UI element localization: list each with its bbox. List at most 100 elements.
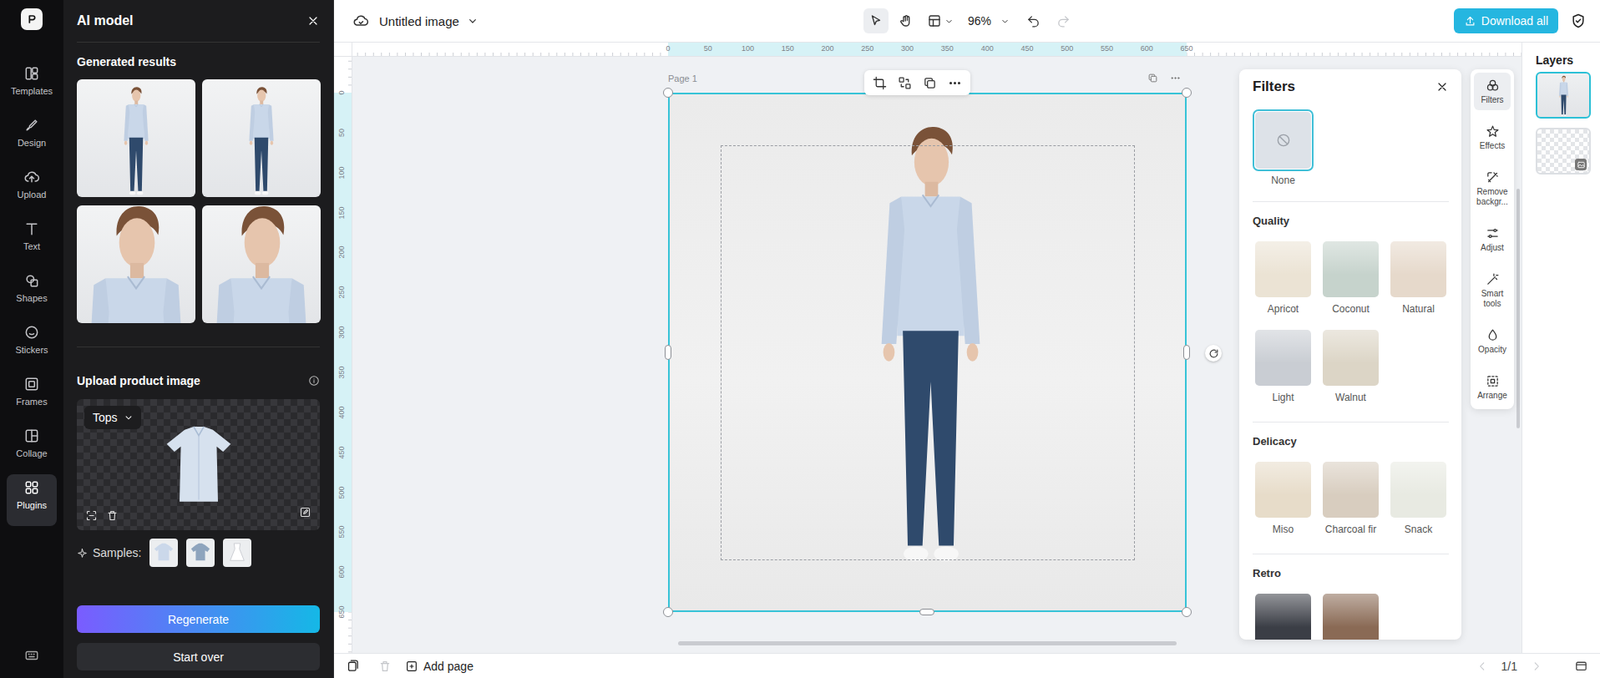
filter-item[interactable]: Apricot	[1252, 238, 1314, 315]
samples-label: Samples:	[92, 546, 142, 560]
edit-button[interactable]	[298, 506, 312, 522]
chevron-down-icon[interactable]	[465, 14, 480, 28]
rail-item[interactable]: Upload	[6, 163, 57, 216]
workspace[interactable]: Page 1FiltersNoneQualityApricotCoconutNa…	[352, 56, 1522, 654]
shield-icon[interactable]	[1569, 12, 1587, 30]
result-thumb[interactable]	[76, 205, 196, 324]
filter-item[interactable]: Charcoal fir	[1320, 459, 1382, 536]
upload-box[interactable]: Tops	[76, 399, 320, 531]
section-divider	[1252, 553, 1449, 555]
filter-item[interactable]: Miso	[1252, 459, 1314, 536]
add-page-button[interactable]: Add page	[405, 659, 474, 674]
filter-item[interactable]: Snack	[1387, 459, 1449, 536]
rotate-button[interactable]	[1205, 344, 1222, 362]
filter-item[interactable]: Coconut	[1320, 238, 1382, 315]
close-icon[interactable]	[306, 14, 320, 28]
resize-handle[interactable]	[919, 608, 935, 616]
keyboard-button[interactable]	[24, 648, 40, 667]
rail-item[interactable]: Templates	[6, 60, 57, 112]
layer-thumb[interactable]	[1535, 71, 1591, 119]
zoom-dropdown[interactable]: 96%	[962, 8, 1016, 34]
filter-item[interactable]	[1320, 591, 1382, 640]
filter-swatch	[1255, 111, 1312, 169]
start-over-button[interactable]: Start over	[76, 643, 320, 671]
filter-item[interactable]	[1252, 591, 1314, 640]
ruler-tick: 0	[665, 44, 670, 53]
layer-thumb[interactable]	[1535, 127, 1591, 175]
duplicate-icon[interactable]	[922, 75, 937, 91]
next-icon[interactable]	[1530, 660, 1543, 673]
shapes-icon	[23, 272, 41, 289]
rail-item[interactable]: Collage	[6, 422, 57, 475]
regenerate-button[interactable]: Regenerate	[76, 605, 320, 633]
ruler-tick: 100	[337, 166, 346, 179]
scan-icon[interactable]	[85, 509, 98, 522]
rail-item[interactable]: Shapes	[6, 267, 57, 319]
filter-label: None	[1270, 174, 1296, 187]
filter-item[interactable]: Walnut	[1320, 327, 1382, 404]
layout-button[interactable]	[923, 8, 958, 34]
hand-tool[interactable]	[893, 8, 919, 34]
sliders-icon	[1485, 226, 1500, 241]
ruler-tick: 0	[337, 90, 346, 95]
result-thumb[interactable]	[202, 205, 321, 324]
filter-item[interactable]: Natural	[1387, 238, 1449, 315]
ruler-tick: 450	[337, 445, 346, 459]
filter-item[interactable]: Light	[1252, 327, 1314, 404]
horizontal-scrollbar[interactable]	[678, 641, 1177, 646]
rail-item[interactable]: Stickers	[6, 318, 57, 371]
result-thumb[interactable]	[202, 79, 321, 198]
canvas-tools: 96%	[863, 8, 1076, 34]
vertical-scrollbar[interactable]	[1516, 188, 1520, 429]
resize-handle[interactable]	[1181, 87, 1192, 98]
resize-handle[interactable]	[1181, 607, 1192, 618]
select-tool[interactable]	[863, 8, 889, 34]
rail-item[interactable]: Plugins	[6, 474, 57, 527]
resize-handle[interactable]	[664, 344, 672, 360]
trash-icon[interactable]	[106, 509, 119, 522]
tool-item[interactable]: Arrange	[1473, 368, 1511, 406]
pages-icon[interactable]	[345, 658, 360, 674]
filter-item[interactable]: None	[1252, 109, 1314, 187]
previous-icon[interactable]	[1476, 660, 1489, 673]
tool-item[interactable]: Remove backgr...	[1473, 164, 1511, 213]
replace-icon[interactable]	[897, 75, 912, 91]
more-icon[interactable]	[1169, 72, 1181, 84]
app-logo[interactable]	[20, 8, 43, 31]
download-button[interactable]: Download all	[1453, 8, 1559, 34]
cloud-saved-icon[interactable]	[352, 12, 370, 30]
sample-thumb[interactable]	[222, 538, 252, 568]
result-thumb[interactable]	[76, 79, 196, 198]
document-title[interactable]: Untitled image	[379, 14, 460, 29]
tool-item[interactable]: Adjust	[1473, 220, 1511, 259]
crop-icon[interactable]	[872, 75, 887, 91]
rail-item[interactable]: Text	[6, 215, 57, 268]
undo-button[interactable]	[1020, 8, 1046, 34]
panel-toggle-icon[interactable]	[1574, 658, 1589, 674]
rail-item[interactable]: Design	[6, 111, 57, 164]
page-actions	[1147, 72, 1181, 84]
resize-handle[interactable]	[1183, 344, 1190, 360]
sample-thumb[interactable]	[149, 538, 178, 568]
duplicate-page-icon[interactable]	[1147, 72, 1159, 84]
ruler-corner	[334, 42, 353, 57]
model-photo	[244, 85, 279, 198]
info-icon[interactable]	[308, 374, 320, 387]
resize-handle[interactable]	[663, 607, 674, 618]
tool-item[interactable]: Effects	[1473, 118, 1511, 157]
tool-item[interactable]: Smart tools	[1473, 266, 1511, 314]
rail-item[interactable]: Frames	[6, 370, 57, 423]
delete-page-button[interactable]	[378, 659, 392, 674]
filter-card	[1252, 591, 1314, 640]
sample-thumb[interactable]	[186, 538, 215, 568]
logo-icon	[25, 12, 39, 26]
tool-item[interactable]: Opacity	[1473, 322, 1511, 360]
tool-item[interactable]: Filters	[1473, 72, 1511, 111]
redo-button[interactable]	[1050, 8, 1076, 34]
canvas-page[interactable]	[668, 92, 1187, 613]
close-icon[interactable]	[1435, 80, 1449, 94]
design-icon	[23, 116, 41, 134]
more-icon[interactable]	[947, 75, 963, 91]
category-dropdown[interactable]: Tops	[84, 405, 142, 430]
resize-handle[interactable]	[663, 87, 674, 98]
